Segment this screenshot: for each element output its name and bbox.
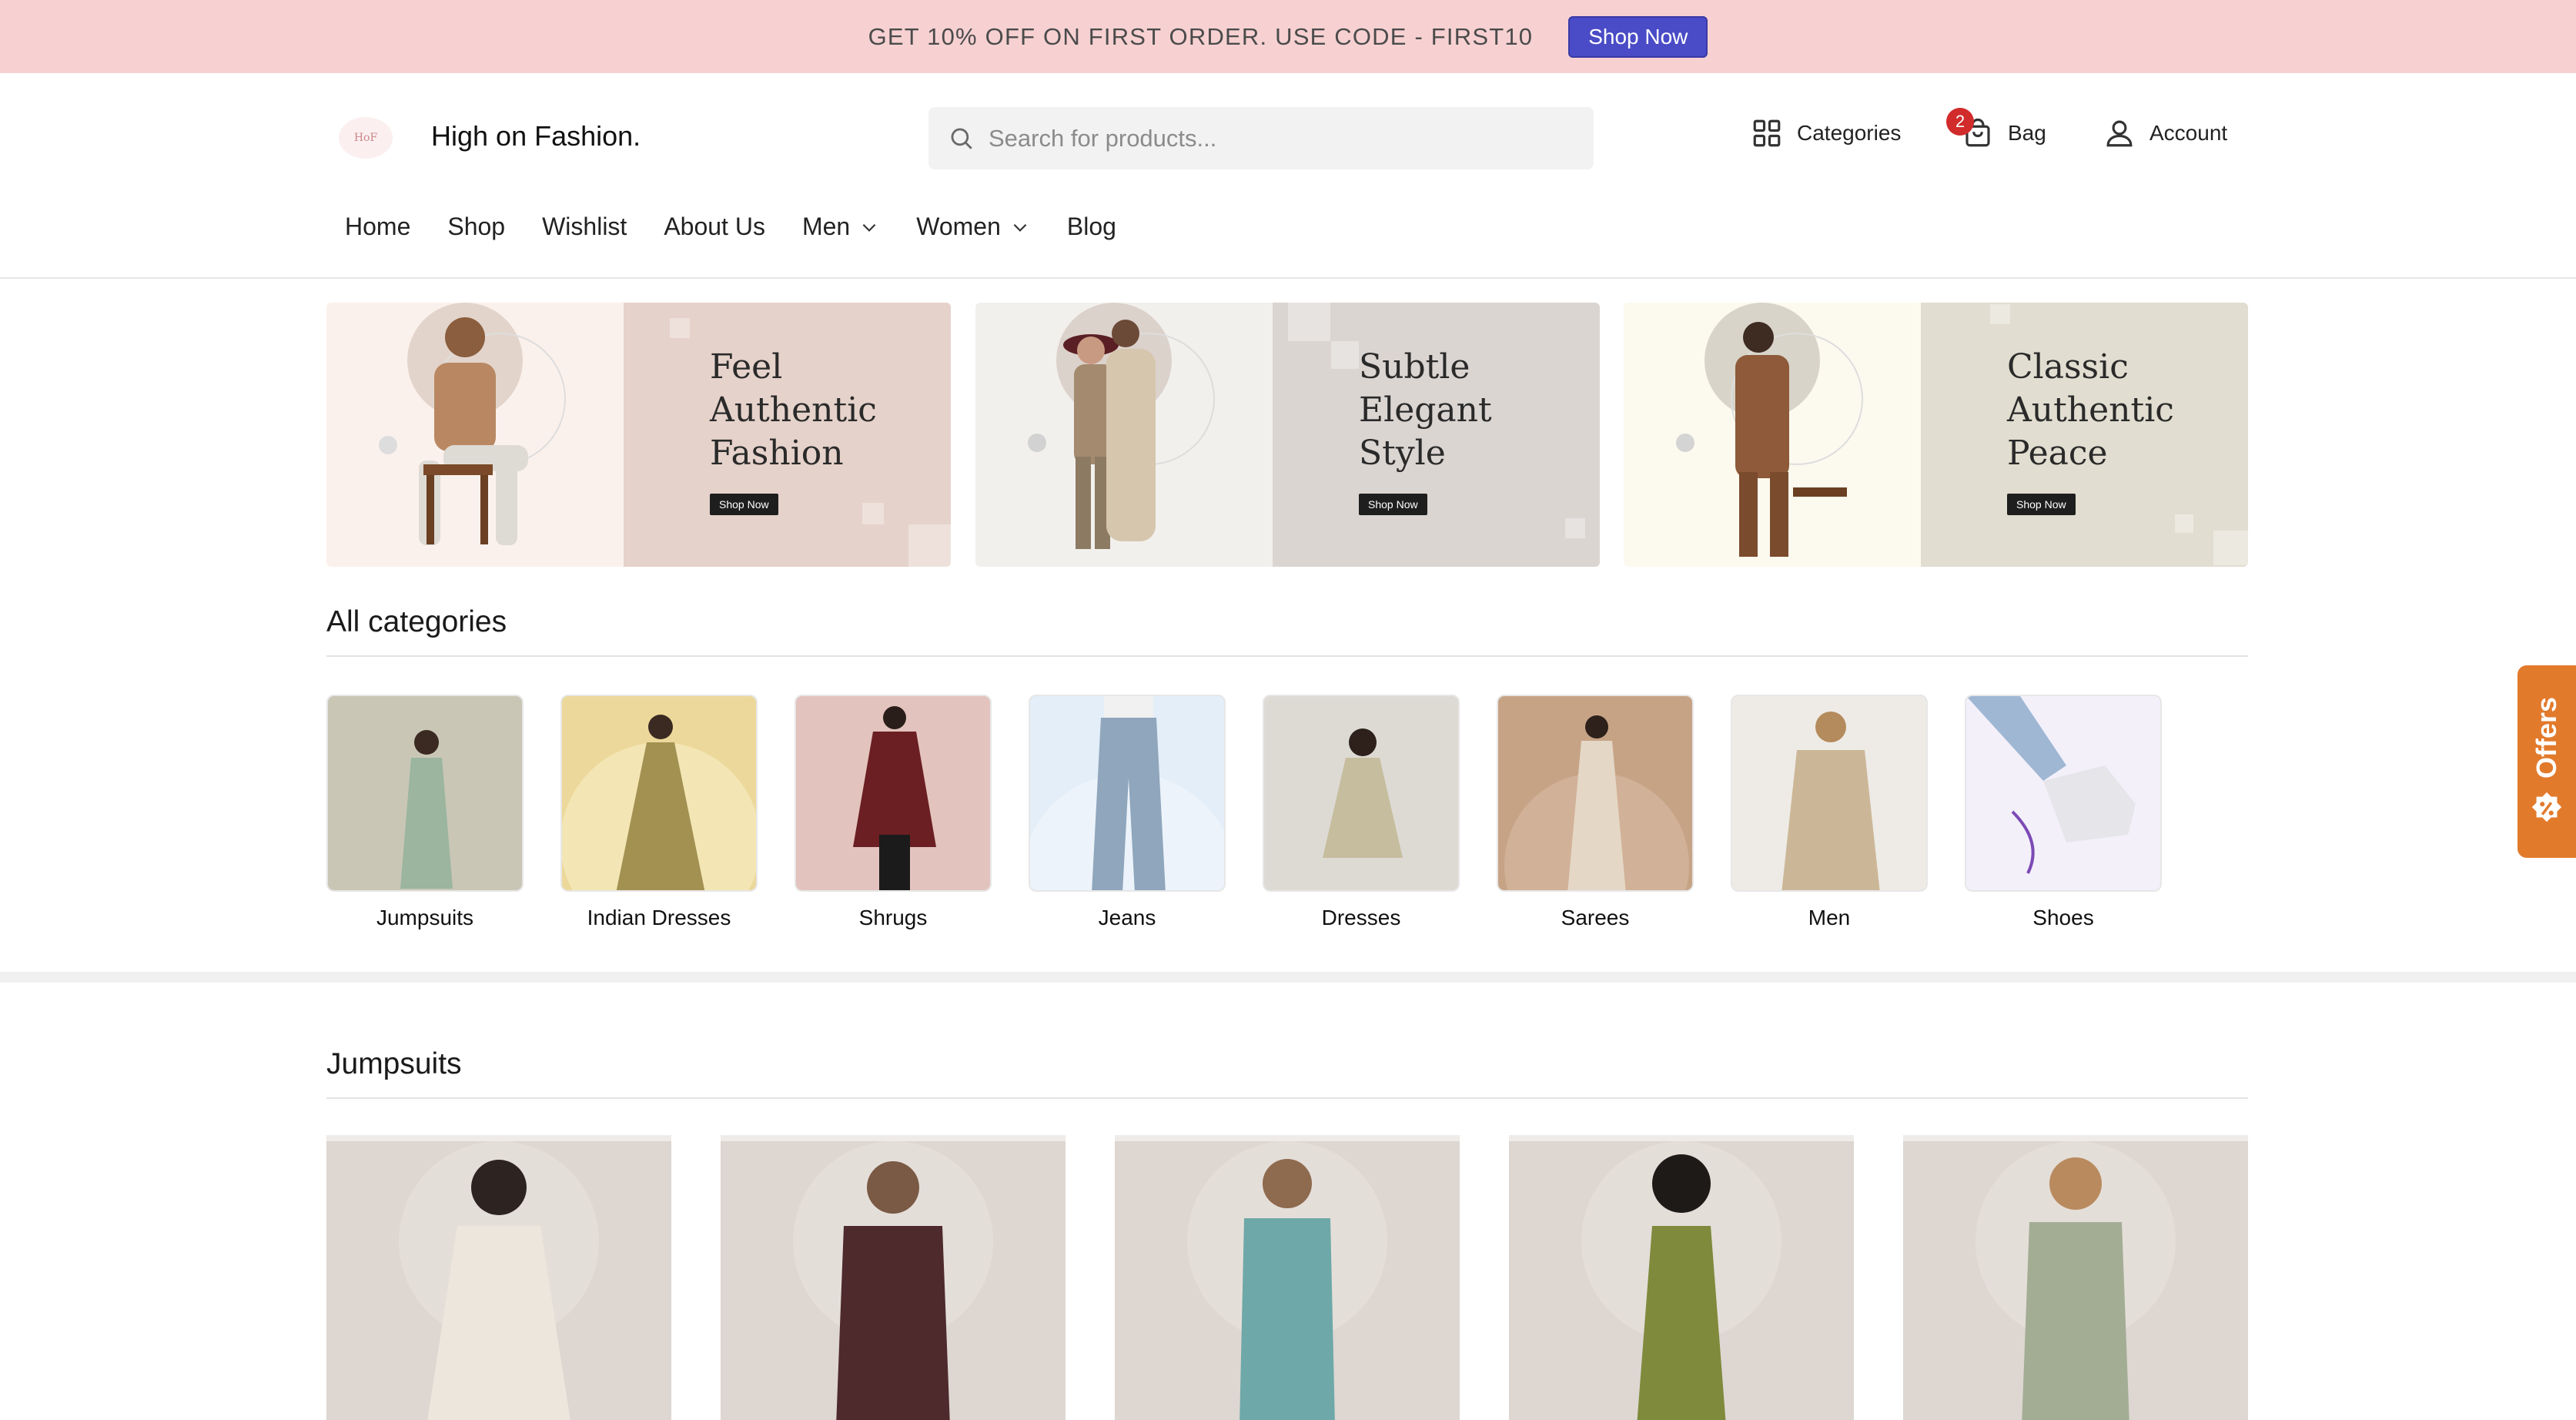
all-categories-title: All categories [326,605,507,638]
nav-blog[interactable]: Blog [1067,213,1116,241]
chevron-down-icon [1013,223,1027,232]
banner-shop-now-button[interactable]: Shop Now [1359,494,1427,515]
section-separator [0,972,2576,983]
product-image [1187,1141,1387,1420]
brand-logo-text: HoF [353,132,378,144]
category-label: Sarees [1561,906,1630,929]
banner-shop-now-button[interactable]: Shop Now [2007,494,2076,515]
category-image [795,695,992,892]
product-card[interactable] [1509,1135,1854,1420]
banner-model-figure [1676,303,1863,557]
nav-men[interactable]: Men [802,213,879,241]
account-label: Account [2149,121,2228,145]
section-divider [326,655,2248,657]
banner-text-panel: Feel Authentic Fashion Shop Now [624,303,951,567]
bag-count-badge: 2 [1946,108,1974,136]
banner-feel-authentic[interactable]: Feel Authentic Fashion Shop Now [326,303,951,567]
promo-shop-now-button[interactable]: Shop Now [1568,15,1708,58]
badge-percent-icon [2531,792,2562,822]
banner-image [975,303,1273,567]
product-card[interactable] [1115,1135,1460,1420]
section-divider [326,1097,2248,1099]
main-nav: Home Shop Wishlist About Us Men Women Bl… [345,213,1116,241]
product-image [399,1141,599,1420]
banner-title: Feel Authentic Fashion [710,347,877,473]
categories-button[interactable]: Categories [1751,117,1901,149]
account-button[interactable]: Account [2103,117,2227,149]
categories-label: Categories [1797,121,1902,145]
search-input[interactable]: Search for products... [928,107,1594,169]
banner-model-figure [1028,303,1215,549]
grid-icon [1753,119,1781,147]
category-shoes[interactable]: Shoes [1965,695,2162,930]
category-dresses[interactable]: Dresses [1263,695,1460,930]
category-image [1731,695,1928,892]
nav-about-us[interactable]: About Us [664,213,765,241]
category-image [1965,695,2162,892]
nav-women[interactable]: Women [916,213,1030,241]
product-card[interactable] [326,1135,671,1420]
banner-shop-now-button[interactable]: Shop Now [710,494,778,515]
category-label: Shrugs [858,906,928,929]
page: GET 10% OFF ON FIRST ORDER. USE CODE - F… [0,0,2576,1420]
banner-text-panel: Subtle Elegant Style Shop Now [1273,303,1600,567]
banner-classic-authentic[interactable]: Classic Authentic Peace Shop Now [1624,303,2248,567]
chevron-down-icon [862,223,876,232]
nav-women-label: Women [916,213,1001,240]
promo-text: GET 10% OFF ON FIRST ORDER. USE CODE - F… [868,22,1534,50]
banner-text-panel: Classic Authentic Peace Shop Now [1921,303,2248,567]
offers-tab[interactable]: Offers [2517,665,2576,858]
jumpsuits-title: Jumpsuits [326,1047,462,1080]
banner-subtle-elegant[interactable]: Subtle Elegant Style Shop Now [975,303,1600,567]
product-image [793,1141,993,1420]
category-image [1497,695,1694,892]
nav-home[interactable]: Home [345,213,410,241]
product-card[interactable] [721,1135,1066,1420]
search-placeholder: Search for products... [989,124,1217,152]
product-image [1975,1141,2176,1420]
banner-model-figure [379,303,566,545]
offers-label: Offers [2531,696,2562,779]
category-label: Dresses [1321,906,1401,929]
category-jeans[interactable]: Jeans [1029,695,1226,930]
category-image [1263,695,1460,892]
category-image [326,695,524,892]
nav-men-label: Men [801,213,851,240]
category-label: Shoes [2032,906,2094,929]
user-icon [2106,120,2133,147]
bag-button[interactable]: Bag [1962,117,2046,149]
brand-name[interactable]: High on Fashion. [431,120,641,152]
category-image [560,695,758,892]
nav-shop[interactable]: Shop [447,213,505,241]
header-divider [0,277,2576,279]
category-image [1029,695,1226,892]
brand-logo[interactable]: HoF [339,117,393,159]
promo-bar: GET 10% OFF ON FIRST ORDER. USE CODE - F… [0,0,2576,73]
banner-title: Classic Authentic Peace [2007,347,2174,473]
nav-wishlist[interactable]: Wishlist [542,213,627,241]
category-men[interactable]: Men [1731,695,1928,930]
category-sarees[interactable]: Sarees [1497,695,1694,930]
category-label: Men [1808,906,1851,929]
category-shrugs[interactable]: Shrugs [795,695,992,930]
bag-label: Bag [2008,121,2046,145]
product-card[interactable] [1903,1135,2248,1420]
search-icon [951,128,972,149]
category-label: Jeans [1098,906,1156,929]
banner-image [1624,303,1921,567]
category-indian-dresses[interactable]: Indian Dresses [560,695,758,930]
category-jumpsuits[interactable]: Jumpsuits [326,695,524,930]
category-label: Indian Dresses [587,906,731,929]
product-image [1581,1141,1781,1420]
banner-title: Subtle Elegant Style [1359,347,1492,473]
banner-image [326,303,624,567]
category-label: Jumpsuits [376,906,474,929]
